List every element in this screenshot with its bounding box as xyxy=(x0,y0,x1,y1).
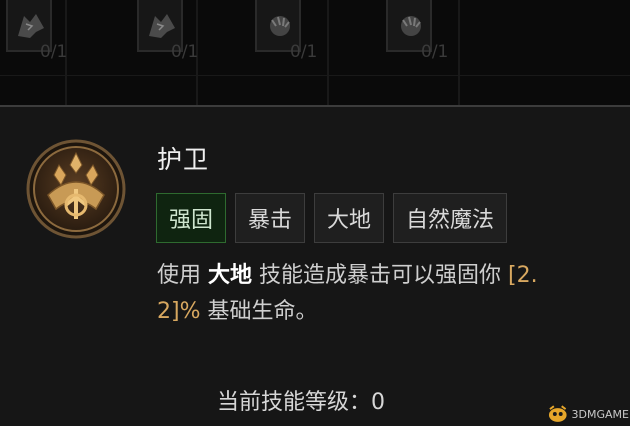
desc-prefix: 使用 xyxy=(157,263,208,288)
desc-value-part1: [2. xyxy=(508,263,538,288)
watermark-text: 3DMGAME xyxy=(571,407,629,421)
tag-nature-magic[interactable]: 自然魔法 xyxy=(393,193,508,243)
desc-suffix: 基础生命。 xyxy=(200,299,318,324)
earth-crystal-emblem-icon xyxy=(26,139,126,239)
skill-bar: 0/1 0/1 0/1 0/1 xyxy=(0,0,630,105)
3dm-logo-icon xyxy=(548,405,567,422)
beast-claw-icon xyxy=(270,16,290,36)
tag-earth[interactable]: 大地 xyxy=(314,193,385,243)
desc-value-part2: 2]% xyxy=(157,299,201,324)
slot-count: 0/1 xyxy=(171,42,199,62)
slot-count: 0/1 xyxy=(40,42,68,62)
beast-claw-icon xyxy=(401,16,421,36)
skill-tags: 强固 暴击 大地 自然魔法 xyxy=(156,193,508,243)
watermark: 3DMGAME xyxy=(547,403,629,425)
slot-count: 0/1 xyxy=(421,42,449,62)
wolf-head-icon xyxy=(149,14,175,38)
skill-rank: 当前技能等级：0 xyxy=(217,390,385,415)
desc-middle: 技能造成暴击可以强固你 xyxy=(252,263,509,288)
wolf-head-icon xyxy=(18,14,44,38)
skill-title: 护卫 xyxy=(157,145,210,174)
tag-critical[interactable]: 暴击 xyxy=(235,193,306,243)
skill-description: 使用 大地 技能造成暴击可以强固你 [2. 2]% 基础生命。 xyxy=(157,258,602,330)
slot-count: 0/1 xyxy=(290,42,318,62)
tag-fortify[interactable]: 强固 xyxy=(156,193,227,243)
desc-keyword: 大地 xyxy=(208,263,253,288)
